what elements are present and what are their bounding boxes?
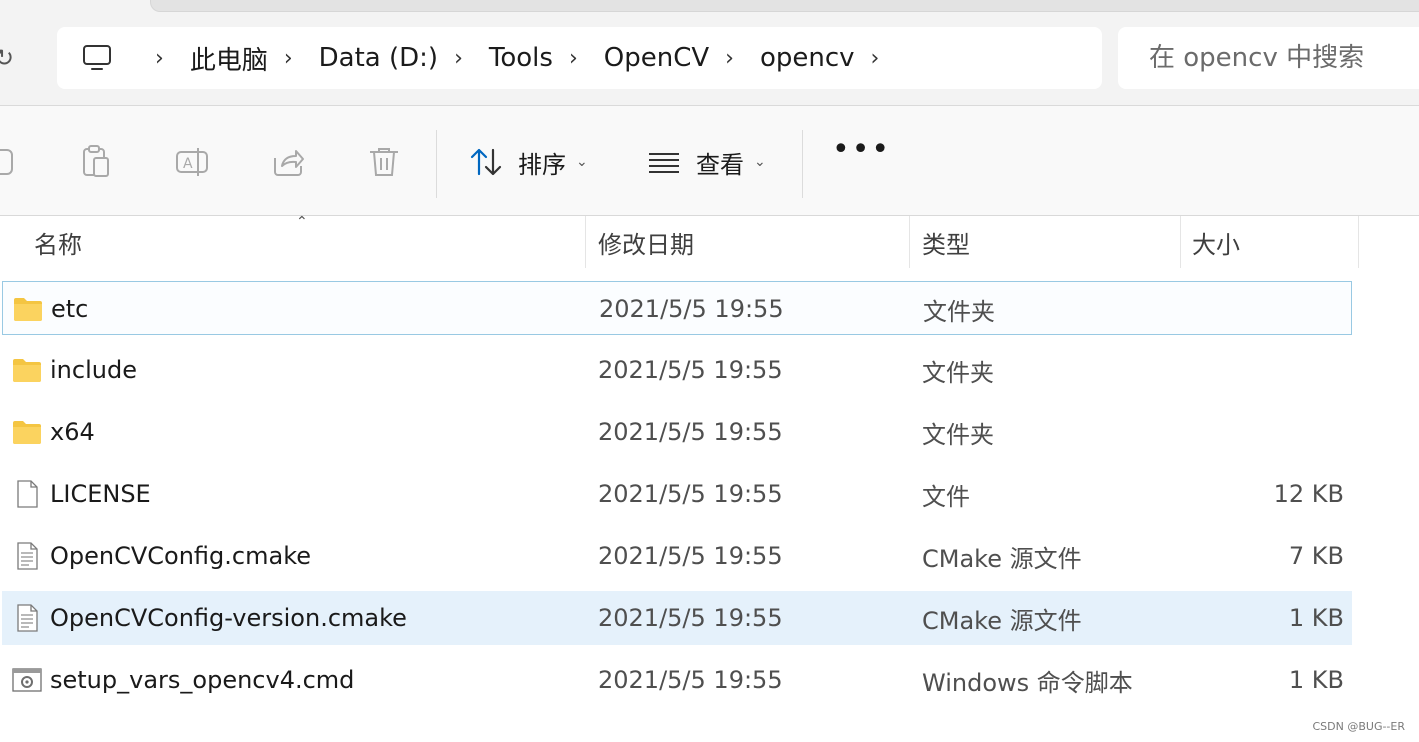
file-name: OpenCVConfig.cmake — [50, 542, 311, 570]
chevron-right-icon[interactable]: › — [454, 46, 463, 71]
file-icon — [17, 480, 38, 508]
column-header-size[interactable]: 大小 — [1192, 216, 1240, 268]
file-date: 2021/5/5 19:55 — [598, 666, 783, 694]
file-size: 7 KB — [1288, 542, 1344, 570]
folder-icon — [14, 298, 42, 321]
view-button[interactable]: 查看 ⌄ — [646, 140, 766, 184]
script-file-icon — [12, 668, 42, 692]
rename-icon[interactable]: A — [174, 144, 210, 180]
breadcrumb-opencv-parent[interactable]: OpenCV — [604, 43, 709, 73]
command-bar: A 排序 ⌄ 查看 ⌄ — [0, 106, 1419, 216]
column-header-name[interactable]: 名称 — [34, 216, 82, 268]
chevron-right-icon[interactable]: › — [284, 46, 293, 71]
file-date: 2021/5/5 19:55 — [598, 356, 783, 384]
more-options-button[interactable]: ••• — [832, 135, 891, 165]
column-divider[interactable] — [585, 216, 586, 268]
column-header-type[interactable]: 类型 — [922, 216, 970, 268]
chevron-right-icon[interactable]: › — [155, 46, 164, 71]
search-input[interactable] — [1149, 43, 1409, 73]
chevron-right-icon[interactable]: › — [725, 46, 734, 71]
file-row[interactable]: include 2021/5/5 19:55 文件夹 — [2, 343, 1352, 397]
file-type: 文件 — [922, 482, 970, 511]
computer-icon[interactable] — [81, 42, 113, 74]
paste-icon[interactable] — [78, 144, 114, 180]
column-divider[interactable] — [1358, 216, 1359, 268]
delete-icon[interactable] — [366, 144, 402, 180]
chevron-down-icon: ⌄ — [576, 154, 588, 170]
column-header-date[interactable]: 修改日期 — [598, 216, 694, 268]
new-icon[interactable] — [0, 144, 18, 180]
file-row[interactable]: LICENSE 2021/5/5 19:55 文件 12 KB — [2, 467, 1352, 521]
sort-ascending-icon: ⌃ — [296, 214, 308, 230]
sort-button[interactable]: 排序 ⌄ — [468, 140, 588, 184]
text-file-icon — [17, 542, 38, 570]
breadcrumb-opencv[interactable]: opencv — [760, 43, 855, 73]
column-divider[interactable] — [1180, 216, 1181, 268]
file-date: 2021/5/5 19:55 — [598, 604, 783, 632]
file-name: x64 — [50, 418, 95, 446]
file-type: CMake 源文件 — [922, 606, 1082, 635]
toolbar-separator — [436, 130, 437, 198]
address-bar[interactable]: › 此电脑 › Data (D:) › Tools › OpenCV › ope… — [57, 27, 1102, 89]
file-row[interactable]: setup_vars_opencv4.cmd 2021/5/5 19:55 Wi… — [2, 653, 1352, 707]
file-type: CMake 源文件 — [922, 544, 1082, 573]
file-row[interactable]: etc 2021/5/5 19:55 文件夹 — [2, 281, 1352, 335]
view-label: 查看 — [696, 150, 744, 179]
tab-strip — [150, 0, 1419, 12]
file-row[interactable]: OpenCVConfig.cmake 2021/5/5 19:55 CMake … — [2, 529, 1352, 583]
refresh-icon[interactable]: ↻ — [0, 44, 14, 72]
breadcrumb-data-drive[interactable]: Data (D:) — [319, 43, 438, 73]
file-date: 2021/5/5 19:55 — [599, 295, 784, 323]
file-type: Windows 命令脚本 — [922, 668, 1133, 697]
file-type: 文件夹 — [922, 420, 994, 449]
sort-label: 排序 — [518, 150, 566, 179]
file-date: 2021/5/5 19:55 — [598, 480, 783, 508]
chevron-right-icon[interactable]: › — [871, 46, 880, 71]
chevron-right-icon[interactable]: › — [569, 46, 578, 71]
column-divider[interactable] — [909, 216, 910, 268]
file-date: 2021/5/5 19:55 — [598, 542, 783, 570]
chevron-down-icon: ⌄ — [754, 154, 766, 170]
file-name: setup_vars_opencv4.cmd — [50, 666, 355, 694]
text-file-icon — [17, 604, 38, 632]
file-name: OpenCVConfig-version.cmake — [50, 604, 407, 632]
breadcrumb-this-pc[interactable]: 此电脑 — [190, 40, 268, 77]
watermark: CSDN @BUG--ER — [1312, 720, 1405, 733]
file-name: etc — [51, 295, 89, 323]
file-size: 12 KB — [1273, 480, 1344, 508]
file-type: 文件夹 — [923, 297, 995, 326]
file-name: include — [50, 356, 137, 384]
share-icon[interactable] — [270, 144, 306, 180]
folder-icon — [13, 359, 41, 382]
file-name: LICENSE — [50, 480, 151, 508]
sort-icon — [470, 148, 502, 176]
folder-icon — [13, 421, 41, 444]
view-list-icon — [649, 153, 679, 173]
file-type: 文件夹 — [922, 358, 994, 387]
file-row[interactable]: x64 2021/5/5 19:55 文件夹 — [2, 405, 1352, 459]
file-row[interactable]: OpenCVConfig-version.cmake 2021/5/5 19:5… — [2, 591, 1352, 645]
address-area: ↻ › 此电脑 › Data (D:) › Tools › OpenCV › o… — [0, 0, 1419, 106]
file-size: 1 KB — [1288, 604, 1344, 632]
file-date: 2021/5/5 19:55 — [598, 418, 783, 446]
svg-text:A: A — [183, 156, 193, 172]
file-size: 1 KB — [1288, 666, 1344, 694]
search-box[interactable] — [1118, 27, 1419, 89]
breadcrumb-tools[interactable]: Tools — [489, 43, 553, 73]
toolbar-separator — [802, 130, 803, 198]
